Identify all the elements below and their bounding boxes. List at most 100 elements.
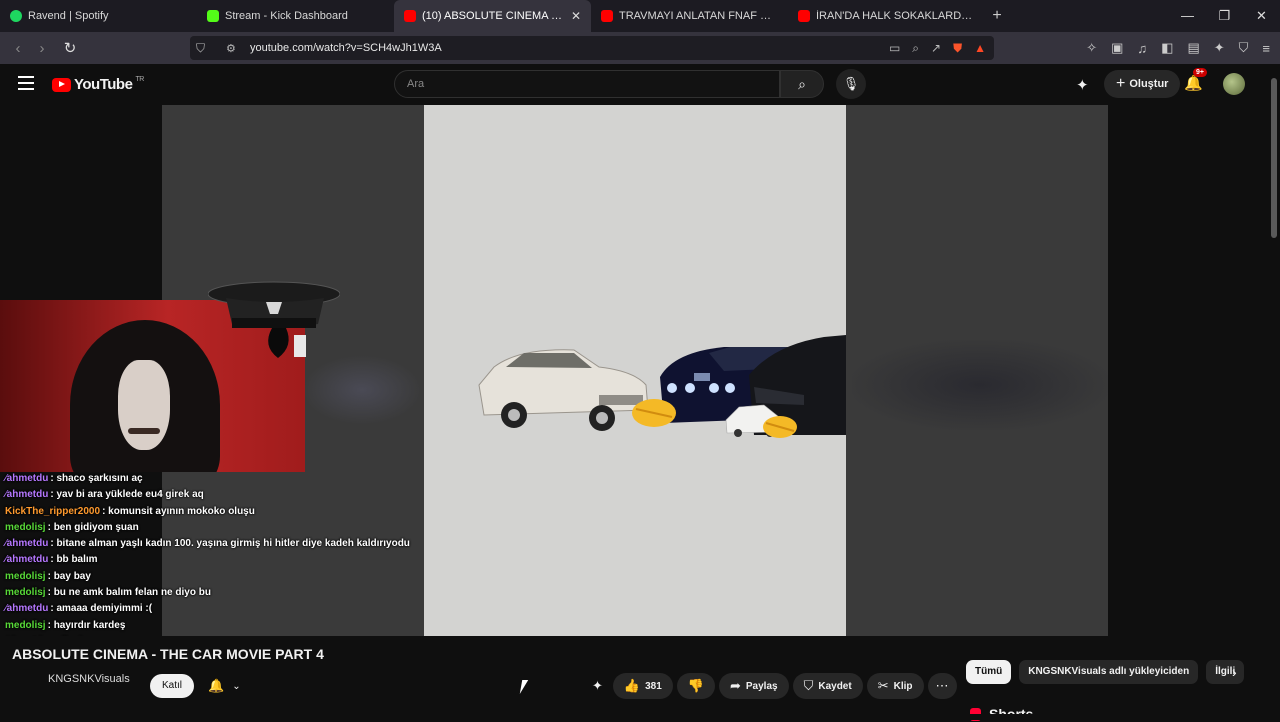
brave-rewards-icon[interactable]: ▲ [974, 41, 986, 55]
channel-name[interactable]: KNGSNKVisuals [48, 673, 130, 685]
vpn-icon[interactable]: ⛉ [1239, 40, 1249, 56]
chat-username-text: ahmetdu [6, 473, 49, 484]
handshake-emoji-right [763, 416, 797, 438]
chat-message: medolisj: bay bay [5, 569, 425, 585]
close-tab-icon[interactable]: ✕ [571, 9, 581, 23]
chat-username-text: medolisj [5, 521, 46, 533]
chevron-right-icon[interactable]: › [1232, 664, 1237, 680]
premium-sparkle-icon[interactable]: ✦ [1076, 76, 1089, 94]
youtube-play-icon [52, 77, 71, 92]
browser-tab[interactable]: Stream - Kick Dashboard [197, 0, 394, 32]
officer-cap-overlay [208, 281, 340, 358]
screenshot-icon[interactable]: ▣ [1111, 40, 1123, 56]
clip-button[interactable]: ✂ Klip [866, 673, 924, 699]
cast-icon[interactable]: ▭ [889, 41, 900, 55]
extension-icons: ✧ ▣ ♫ ◧ ▤ ✦ ⛉ ≡ [1086, 32, 1270, 64]
filter-chip[interactable]: Tümü [966, 660, 1012, 684]
like-count: 381 [645, 680, 662, 692]
url-field[interactable]: ⛉ ⚙ youtube.com/watch?v=SCH4wJh1W3A ▭ ⌕ … [190, 36, 994, 60]
video-frame [424, 105, 846, 636]
back-icon[interactable]: ‹ [6, 40, 30, 57]
wallet-icon[interactable]: ▤ [1187, 40, 1199, 56]
chat-message: ⁄ahmetdu: bb balım [5, 552, 425, 568]
chat-username: KickThe_ripper2000 [5, 506, 100, 517]
more-actions-button[interactable]: ⋯ [927, 673, 957, 699]
zoom-icon[interactable]: ⌕ [912, 41, 919, 56]
thumbs-down-icon: 👎 [687, 678, 704, 693]
tab-title: Ravend | Spotify [28, 10, 109, 22]
browser-tab[interactable]: TRAVMAYI ANLATAN FNAF OYUNU [591, 0, 788, 32]
youtube-favicon-icon [404, 10, 416, 22]
clip-label: Klip [893, 680, 913, 692]
address-bar: ‹ › ↻ ⛉ ⚙ youtube.com/watch?v=SCH4wJh1W3… [0, 32, 1280, 64]
chat-message: ⁄ahmetdu: shaco şarkısını aç [5, 471, 425, 487]
browser-tab[interactable]: İRAN'DA HALK SOKAKLARDA, DEVRİ [788, 0, 985, 32]
youtube-logo[interactable]: YouTube TR [52, 76, 144, 93]
save-label: Kaydet [818, 680, 852, 692]
voice-search-button[interactable]: 🎙 [836, 69, 866, 99]
search-input[interactable]: Ara [394, 70, 780, 98]
close-window-icon[interactable]: ✕ [1243, 0, 1280, 32]
share-icon[interactable]: ↗ [931, 41, 941, 55]
restore-icon[interactable]: ❐ [1206, 0, 1243, 32]
chat-message: medolisj: ben gidiyom şuan [5, 520, 425, 536]
extensions-icon[interactable]: ✧ [1086, 40, 1097, 56]
filter-chip[interactable]: İlgili [1206, 660, 1245, 684]
share-button[interactable]: ➦ Paylaş [718, 673, 789, 699]
notification-badge: 9+ [1193, 68, 1207, 77]
chat-username-text: ahmetdu [6, 489, 49, 501]
url-actions: ▭ ⌕ ↗ ⛊ ▲ [889, 36, 986, 60]
minimize-icon[interactable]: — [1169, 0, 1206, 32]
chat-username-text: medolisj [5, 587, 46, 599]
streamer-mustache [128, 428, 160, 434]
browser-tab[interactable]: Ravend | Spotify [0, 0, 197, 32]
search-button[interactable]: ⌕ [780, 70, 824, 98]
like-button[interactable]: 👍 381 [612, 673, 673, 699]
leo-icon[interactable]: ✦ [1214, 40, 1225, 56]
kick-favicon-icon [207, 10, 219, 22]
brave-shield-icon[interactable]: ⛊ [953, 41, 962, 56]
bookmark-icon[interactable]: ⛉ [196, 41, 205, 56]
site-info-icon[interactable]: ⚙ [226, 42, 236, 55]
streamer-face [118, 360, 170, 450]
chat-username-text: KickThe_ripper2000 [5, 505, 101, 517]
youtube-favicon-icon [798, 10, 810, 22]
hamburger-menu-icon[interactable] [18, 76, 34, 90]
chat-text: shaco şarkısını aç [56, 473, 143, 484]
scrollbar-thumb[interactable] [1271, 78, 1277, 238]
new-tab-button[interactable]: + [985, 7, 1009, 25]
join-button[interactable]: Katıl [150, 674, 195, 698]
notifications-button[interactable]: 🔔 9+ [1184, 68, 1207, 92]
window-controls: — ❐ ✕ [1169, 0, 1280, 32]
page-bottom [0, 714, 1268, 720]
tab-title: Stream - Kick Dashboard [225, 10, 348, 22]
sidebar-icon[interactable]: ◧ [1161, 40, 1173, 56]
chevron-down-icon: ⌄ [232, 680, 241, 692]
blurred-background-right [852, 340, 1108, 430]
chat-message: ⁄ahmetdu: bitane alman yaşlı kadın 100. … [5, 536, 425, 552]
browser-tab[interactable]: (10) ABSOLUTE CINEMA - THE ✕ [394, 0, 591, 32]
forward-icon[interactable]: › [30, 40, 54, 57]
subscription-bell-button[interactable]: 🔔 ⌄ [200, 674, 249, 698]
media-icon[interactable]: ♫ [1137, 41, 1147, 56]
chat-text: hayırdır kardeş [53, 619, 126, 631]
chat-username-text: medolisj [5, 619, 46, 631]
create-button[interactable]: + Oluştur [1104, 70, 1181, 98]
tab-title: (10) ABSOLUTE CINEMA - THE [422, 10, 565, 22]
page-scrollbar[interactable] [1268, 64, 1280, 720]
reload-icon[interactable]: ↻ [58, 39, 82, 57]
ask-ai-button[interactable]: ✦ [586, 673, 609, 699]
sparkle-icon: ✦ [592, 678, 603, 693]
dislike-button[interactable]: 👎 [676, 673, 715, 699]
save-button[interactable]: ⛉ Kaydet [792, 673, 863, 699]
filter-chip[interactable]: KNGSNKVisuals adlı yükleyiciden [1019, 660, 1199, 684]
chat-text: bu ne amk balım felan ne diyo bu [53, 587, 211, 599]
chat-username-text: ahmetdu [6, 554, 49, 566]
chat-message: medolisj: hayırdır kardeş [5, 618, 425, 634]
chat-text: bb balım [56, 554, 98, 566]
white-lada-car [478, 349, 649, 431]
chat-text: amaaa demiyimmi :( [56, 603, 153, 615]
avatar[interactable] [1223, 73, 1245, 95]
browser-menu-icon[interactable]: ≡ [1262, 41, 1270, 56]
search-icon: ⌕ [798, 76, 806, 92]
